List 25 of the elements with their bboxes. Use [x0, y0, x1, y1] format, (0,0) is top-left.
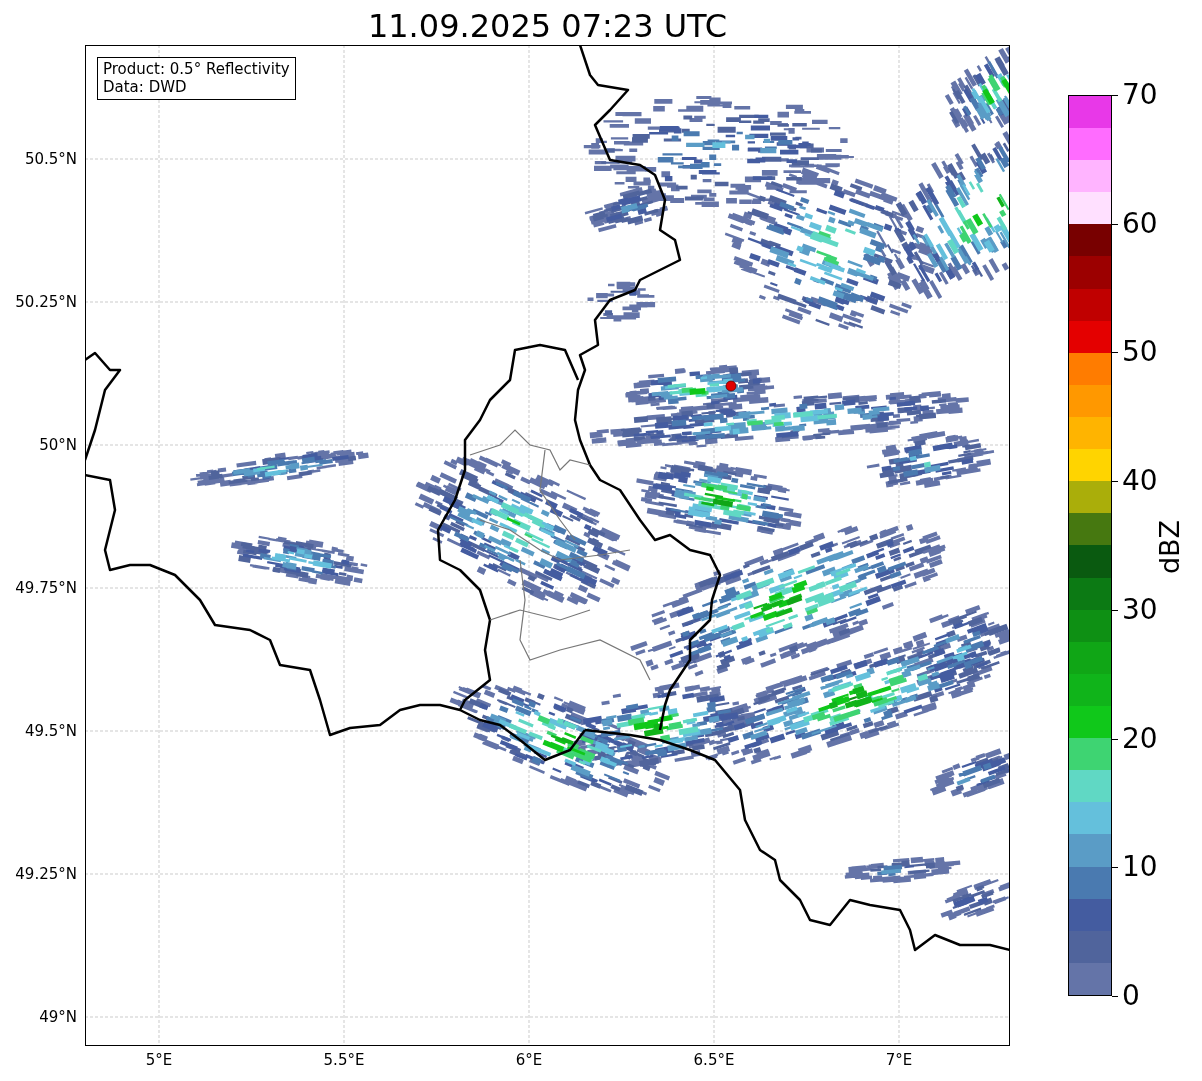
chart-title: 11.09.2025 07:23 UTC	[367, 7, 728, 45]
info-text: Data: DWD	[103, 78, 188, 96]
tick-label: 10	[1122, 852, 1158, 883]
tick-label: 60	[1122, 208, 1158, 239]
latitude-label: 50.5°N	[24, 150, 77, 168]
radar-site-marker	[725, 380, 737, 392]
latitude-label: 49.75°N	[15, 579, 77, 597]
tick-label: 0	[1122, 981, 1140, 1011]
axis-label: dBZ	[1155, 519, 1185, 575]
latitude-label: 49.5°N	[24, 722, 77, 740]
latitude-label: 49.25°N	[15, 865, 77, 883]
info-text: Product: 0.5° Reflectivity	[103, 60, 290, 78]
longitude-label: 5°E	[145, 1051, 173, 1069]
tick-label: 50	[1122, 337, 1158, 368]
tick-label: 40	[1122, 466, 1158, 497]
longitude-label: 5.5°E	[323, 1051, 365, 1069]
longitude-label: 6.5°E	[693, 1051, 735, 1069]
tick-label: 70	[1122, 80, 1158, 110]
latitude-label: 50.25°N	[15, 293, 77, 311]
longitude-label: 6°E	[515, 1051, 543, 1069]
tick-label: 30	[1122, 594, 1158, 625]
tick-label: 20	[1122, 723, 1158, 754]
longitude-label: 7°E	[885, 1051, 913, 1069]
latitude-label: 49°N	[39, 1008, 77, 1026]
latitude-label: 50°N	[39, 436, 77, 454]
